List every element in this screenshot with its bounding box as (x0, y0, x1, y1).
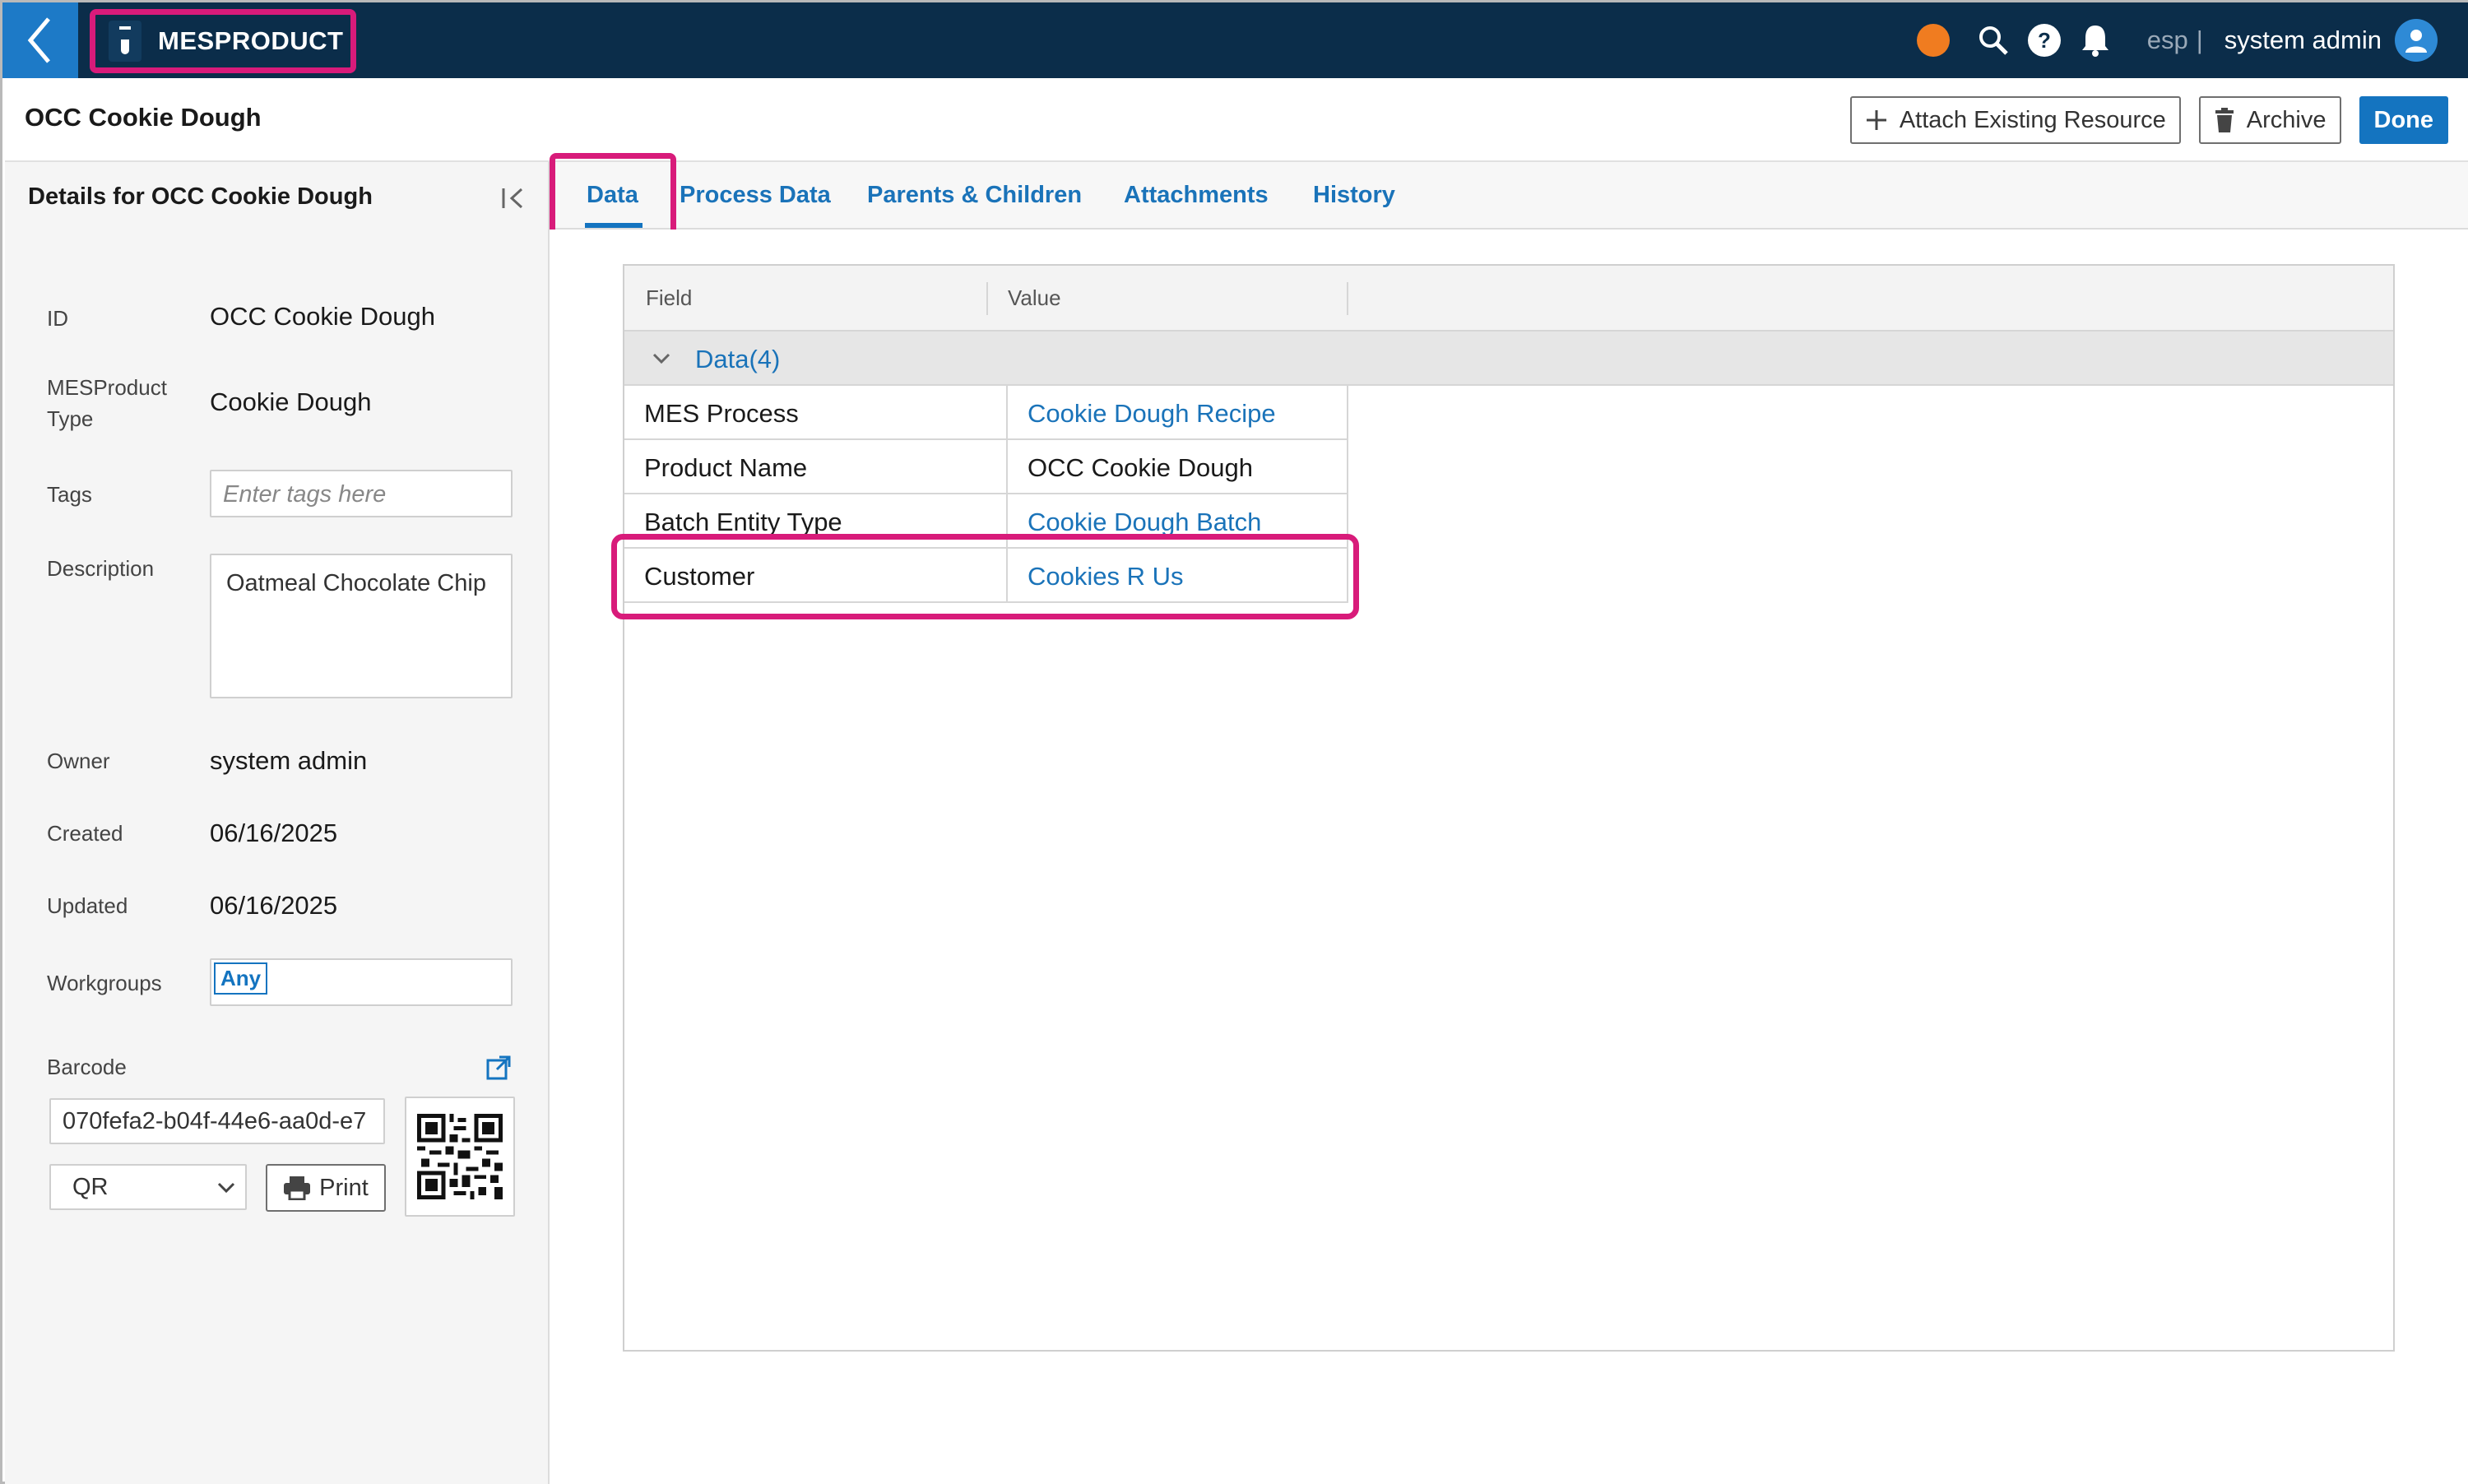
svg-text:?: ? (2038, 28, 2051, 53)
external-link-icon[interactable] (485, 1054, 513, 1082)
value-cell[interactable]: Cookie Dough Recipe (1006, 386, 1347, 438)
user-avatar-icon[interactable] (2395, 19, 2438, 62)
barcode-type-select[interactable]: QR (49, 1164, 247, 1210)
user-name[interactable]: system admin (2224, 26, 2382, 55)
id-value: OCC Cookie Dough (210, 302, 435, 331)
tab-bar: Data Process Data Parents & Children Att… (550, 162, 2468, 230)
column-divider (1347, 282, 1348, 315)
workgroups-field[interactable]: Any (210, 958, 513, 1006)
column-header-field[interactable]: Field (646, 285, 692, 311)
archive-button[interactable]: Archive (2198, 96, 2341, 144)
tab-process-data[interactable]: Process Data (680, 182, 831, 209)
group-name: Data (695, 345, 749, 373)
table-row: Product Name OCC Cookie Dough (624, 440, 1348, 494)
page-header: OCC Cookie Dough Attach Existing Resourc… (5, 78, 2468, 162)
description-textarea[interactable]: Oatmeal Chocolate Chip (210, 554, 513, 698)
value-cell[interactable]: OCC Cookie Dough (1006, 440, 1347, 493)
tab-attachments[interactable]: Attachments (1124, 182, 1269, 209)
attach-existing-resource-button[interactable]: Attach Existing Resource (1849, 96, 2181, 144)
done-button[interactable]: Done (2359, 96, 2448, 144)
tab-parents-children[interactable]: Parents & Children (867, 182, 1082, 209)
updated-label: Updated (47, 893, 128, 918)
group-row-data[interactable]: Data(4) (624, 332, 2393, 386)
qr-code-image (405, 1097, 515, 1217)
group-label: Data(4) (695, 345, 780, 374)
app-frame: MESPRODUCT ? esp | system admin OCC Cook… (0, 0, 2468, 1484)
barcode-value: 070fefa2-b04f-44e6-aa0d-e7 (63, 1108, 367, 1134)
field-cell: MES Process (644, 399, 799, 428)
value-link[interactable]: Cookie Dough Batch (1028, 508, 1261, 537)
separator: | (2196, 26, 2203, 54)
id-label: ID (47, 306, 68, 331)
table-row: MES Process Cookie Dough Recipe (624, 386, 1348, 440)
description-label: Description (47, 556, 155, 581)
back-button[interactable] (2, 2, 78, 78)
collapse-sidebar-icon[interactable] (497, 182, 530, 215)
chevron-down-icon (217, 1182, 235, 1194)
tenant-label: esp (2146, 26, 2188, 54)
test-tube-icon (109, 21, 141, 62)
trash-icon (2215, 108, 2234, 132)
customer-row-highlight-annotation (611, 534, 1359, 619)
value-link[interactable]: Cookie Dough Recipe (1028, 399, 1276, 429)
type-label-line2: Type (47, 406, 94, 431)
owner-label: Owner (47, 749, 110, 773)
owner-value: system admin (210, 746, 368, 775)
tab-history[interactable]: History (1313, 182, 1395, 209)
bell-icon[interactable] (2076, 21, 2114, 59)
grid-header: Field Value (624, 266, 2393, 332)
page-title: OCC Cookie Dough (25, 103, 262, 132)
description-value: Oatmeal Chocolate Chip (226, 570, 486, 596)
field-cell: Product Name (644, 453, 808, 482)
header-actions: Attach Existing Resource Archive Done (1849, 96, 2448, 144)
print-button[interactable]: Print (266, 1164, 386, 1212)
app-brand[interactable]: MESPRODUCT (90, 9, 356, 73)
chevron-left-icon (27, 17, 50, 63)
data-grid: Field Value Data(4) MES Process Cookie D… (623, 264, 2395, 1352)
tags-input[interactable]: Enter tags here (210, 470, 513, 517)
tags-placeholder: Enter tags here (223, 481, 387, 508)
help-icon[interactable]: ? (2025, 21, 2063, 59)
brand-label: MESPRODUCT (158, 26, 344, 55)
created-value: 06/16/2025 (210, 819, 338, 847)
top-navigation-bar: MESPRODUCT ? esp | system admin (2, 2, 2468, 78)
created-label: Created (47, 821, 123, 846)
chevron-down-icon[interactable] (651, 348, 672, 369)
archive-label: Archive (2246, 106, 2327, 133)
field-cell: Batch Entity Type (644, 508, 842, 536)
updated-value: 06/16/2025 (210, 891, 338, 920)
type-value: Cookie Dough (210, 387, 372, 416)
plus-icon (1866, 110, 1886, 130)
tags-label: Tags (47, 482, 92, 507)
top-right-controls: ? esp | system admin (1916, 2, 2438, 78)
search-icon[interactable] (1974, 21, 2012, 59)
group-count: (4) (749, 345, 781, 373)
print-label: Print (319, 1174, 369, 1201)
barcode-label: Barcode (47, 1055, 127, 1079)
barcode-input[interactable]: 070fefa2-b04f-44e6-aa0d-e7 (49, 1098, 385, 1144)
status-indicator[interactable] (1916, 24, 1950, 57)
value-text: OCC Cookie Dough (1028, 453, 1253, 482)
attach-label: Attach Existing Resource (1899, 106, 2166, 133)
sidebar-title: Details for OCC Cookie Dough (28, 183, 373, 210)
printer-icon (284, 1176, 311, 1200)
workgroups-label: Workgroups (47, 971, 162, 995)
column-header-value[interactable]: Value (1008, 285, 1061, 311)
workgroup-chip[interactable]: Any (214, 962, 268, 995)
type-label-line1: MESProduct (47, 375, 167, 400)
barcode-type-value: QR (72, 1174, 109, 1200)
column-divider (986, 282, 988, 315)
